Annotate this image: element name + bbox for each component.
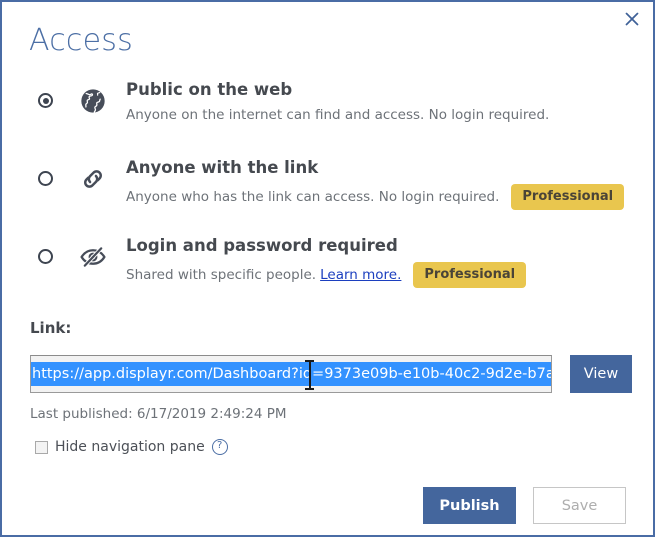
option-title: Public on the web [126, 80, 549, 100]
dialog-footer: Publish Save [423, 487, 626, 524]
link-label: Link: [30, 319, 71, 337]
page-title: Access [29, 26, 133, 56]
globe-icon-glyph [79, 87, 107, 115]
status-badge-professional: Professional [511, 184, 624, 210]
link-row: https://app.displayr.com/Dashboard?id=93… [30, 355, 632, 393]
option-description: Anyone who has the link can access. No l… [126, 188, 499, 206]
eye-slash-icon [78, 242, 108, 272]
close-icon[interactable] [619, 6, 645, 32]
eye-slash-icon-glyph [79, 243, 107, 271]
last-published-status: Last published: 6/17/2019 2:49:24 PM [30, 406, 287, 422]
hide-navigation-pane-checkbox[interactable] [35, 441, 48, 454]
save-button[interactable]: Save [533, 487, 626, 524]
view-button[interactable]: View [570, 355, 632, 393]
publish-button[interactable]: Publish [423, 487, 516, 524]
option-description-row: Anyone who has the link can access. No l… [126, 184, 624, 210]
close-icon-glyph [624, 11, 640, 27]
option-description: Shared with specific people. [126, 266, 316, 284]
option-description-row: Anyone on the internet can find and acce… [126, 106, 549, 124]
access-dialog: Access Public on the web Anyone on the i… [0, 0, 655, 537]
status-badge-professional: Professional [413, 262, 526, 288]
access-option-public-text: Public on the web Anyone on the internet… [126, 78, 549, 124]
link-icon-glyph [79, 165, 107, 193]
access-option-login-required-text: Login and password required Shared with … [126, 234, 526, 288]
radio-login-required[interactable] [38, 249, 53, 264]
hide-navigation-pane-label: Hide navigation pane [55, 439, 205, 455]
option-title: Login and password required [126, 236, 526, 256]
question-mark-icon[interactable]: ? [212, 439, 228, 455]
radio-public[interactable] [38, 93, 53, 108]
learn-more-link[interactable]: Learn more. [320, 266, 401, 284]
option-description: Anyone on the internet can find and acce… [126, 106, 549, 124]
access-option-anyone-with-link[interactable]: Anyone with the link Anyone who has the … [2, 156, 653, 210]
access-option-public[interactable]: Public on the web Anyone on the internet… [2, 78, 653, 132]
link-icon [78, 164, 108, 194]
option-description-row: Shared with specific people. Learn more.… [126, 262, 526, 288]
access-option-anyone-with-link-text: Anyone with the link Anyone who has the … [126, 156, 624, 210]
access-option-login-required[interactable]: Login and password required Shared with … [2, 234, 653, 288]
globe-icon [78, 86, 108, 116]
access-options-list: Public on the web Anyone on the internet… [2, 78, 653, 312]
hide-navigation-pane-row[interactable]: Hide navigation pane ? [35, 439, 228, 455]
link-url-input[interactable]: https://app.displayr.com/Dashboard?id=93… [30, 355, 552, 393]
link-url-value: https://app.displayr.com/Dashboard?id=93… [31, 362, 551, 386]
option-title: Anyone with the link [126, 158, 624, 178]
radio-anyone-with-link[interactable] [38, 171, 53, 186]
